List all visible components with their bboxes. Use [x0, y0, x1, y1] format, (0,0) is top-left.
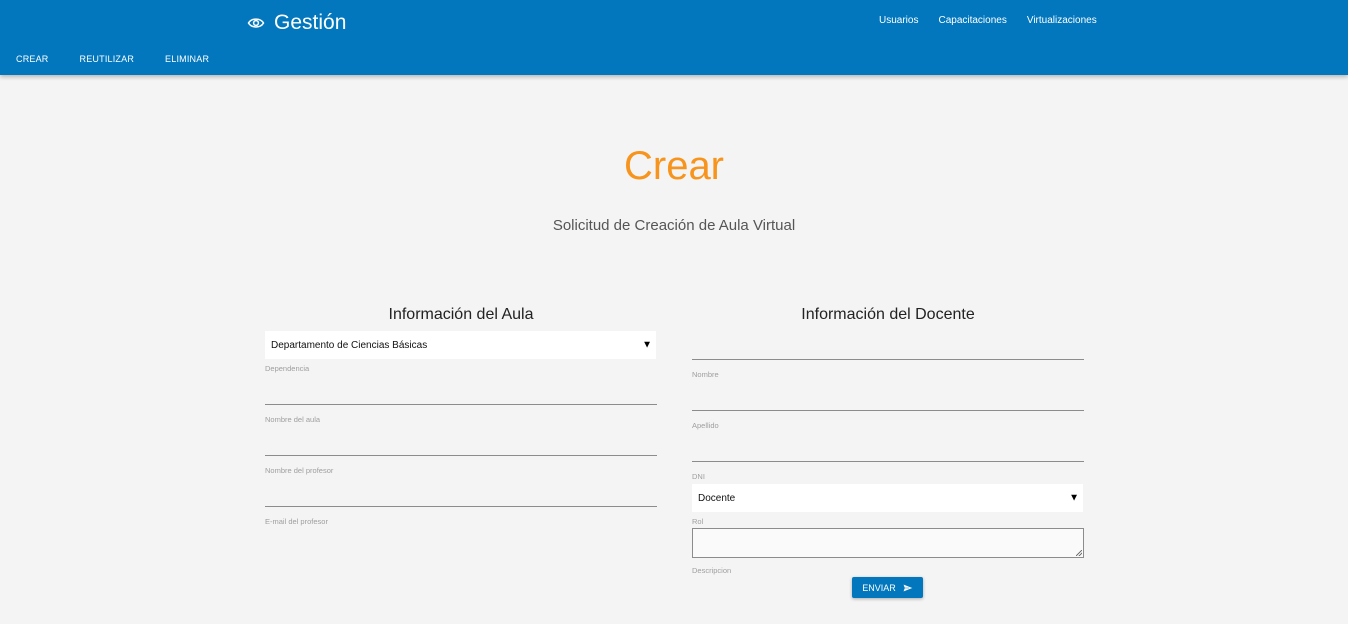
dropdown-arrow-icon: ▼ — [642, 339, 652, 351]
rol-select[interactable]: Docente ▼ — [692, 484, 1083, 512]
tab-crear[interactable]: CREAR — [16, 54, 49, 66]
top-nav: Usuarios Capacitaciones Virtualizaciones — [859, 15, 1097, 29]
aula-section-heading: Información del Aula — [388, 306, 534, 323]
nombre-profesor-label: Nombre del profesor — [265, 466, 334, 475]
dependencia-selected-value: Departamento de Ciencias Básicas — [271, 339, 428, 351]
resize-handle-icon[interactable] — [1076, 550, 1082, 556]
nav-link-usuarios[interactable]: Usuarios — [879, 15, 918, 29]
page-title: Crear — [623, 144, 725, 188]
dependencia-select[interactable]: Departamento de Ciencias Básicas ▼ — [265, 331, 656, 359]
rol-selected-value: Docente — [698, 492, 736, 504]
nombre-aula-label: Nombre del aula — [265, 415, 321, 424]
descripcion-label: Descripcion — [692, 566, 732, 575]
dependencia-label: Dependencia — [265, 364, 310, 373]
email-profesor-label: E-mail del profesor — [265, 517, 328, 526]
dni-label: DNI — [692, 472, 705, 481]
action-tabs: CREAR REUTILIZAR ELIMINAR — [16, 54, 240, 66]
nombre-input[interactable] — [692, 334, 1084, 360]
brand[interactable]: Gestión — [247, 9, 346, 37]
apellido-label: Apellido — [692, 421, 719, 430]
send-icon — [902, 583, 913, 592]
nombre-profesor-input[interactable] — [265, 431, 657, 456]
dropdown-arrow-icon: ▼ — [1069, 492, 1079, 504]
tab-eliminar[interactable]: ELIMINAR — [165, 54, 209, 66]
apellido-input[interactable] — [692, 386, 1084, 411]
enviar-button-label: ENVIAR — [862, 582, 896, 593]
page-subtitle: Solicitud de Creación de Aula Virtual — [552, 217, 796, 234]
enviar-button[interactable]: ENVIAR — [852, 577, 923, 598]
nav-link-capacitaciones[interactable]: Capacitaciones — [938, 15, 1006, 29]
tab-reutilizar[interactable]: REUTILIZAR — [80, 54, 135, 66]
rol-label: Rol — [692, 517, 704, 526]
descripcion-textarea[interactable] — [692, 528, 1084, 558]
dni-input[interactable] — [692, 437, 1084, 462]
nombre-aula-input[interactable] — [265, 380, 657, 405]
nombre-label: Nombre — [692, 370, 719, 379]
nav-link-virtualizaciones[interactable]: Virtualizaciones — [1027, 15, 1097, 29]
eye-icon — [247, 18, 265, 28]
docente-section-heading: Información del Docente — [801, 306, 975, 323]
brand-title: Gestión — [274, 11, 347, 34]
top-app-bar: Gestión Usuarios Capacitaciones Virtuali… — [0, 0, 1348, 75]
email-profesor-input[interactable] — [265, 482, 657, 507]
